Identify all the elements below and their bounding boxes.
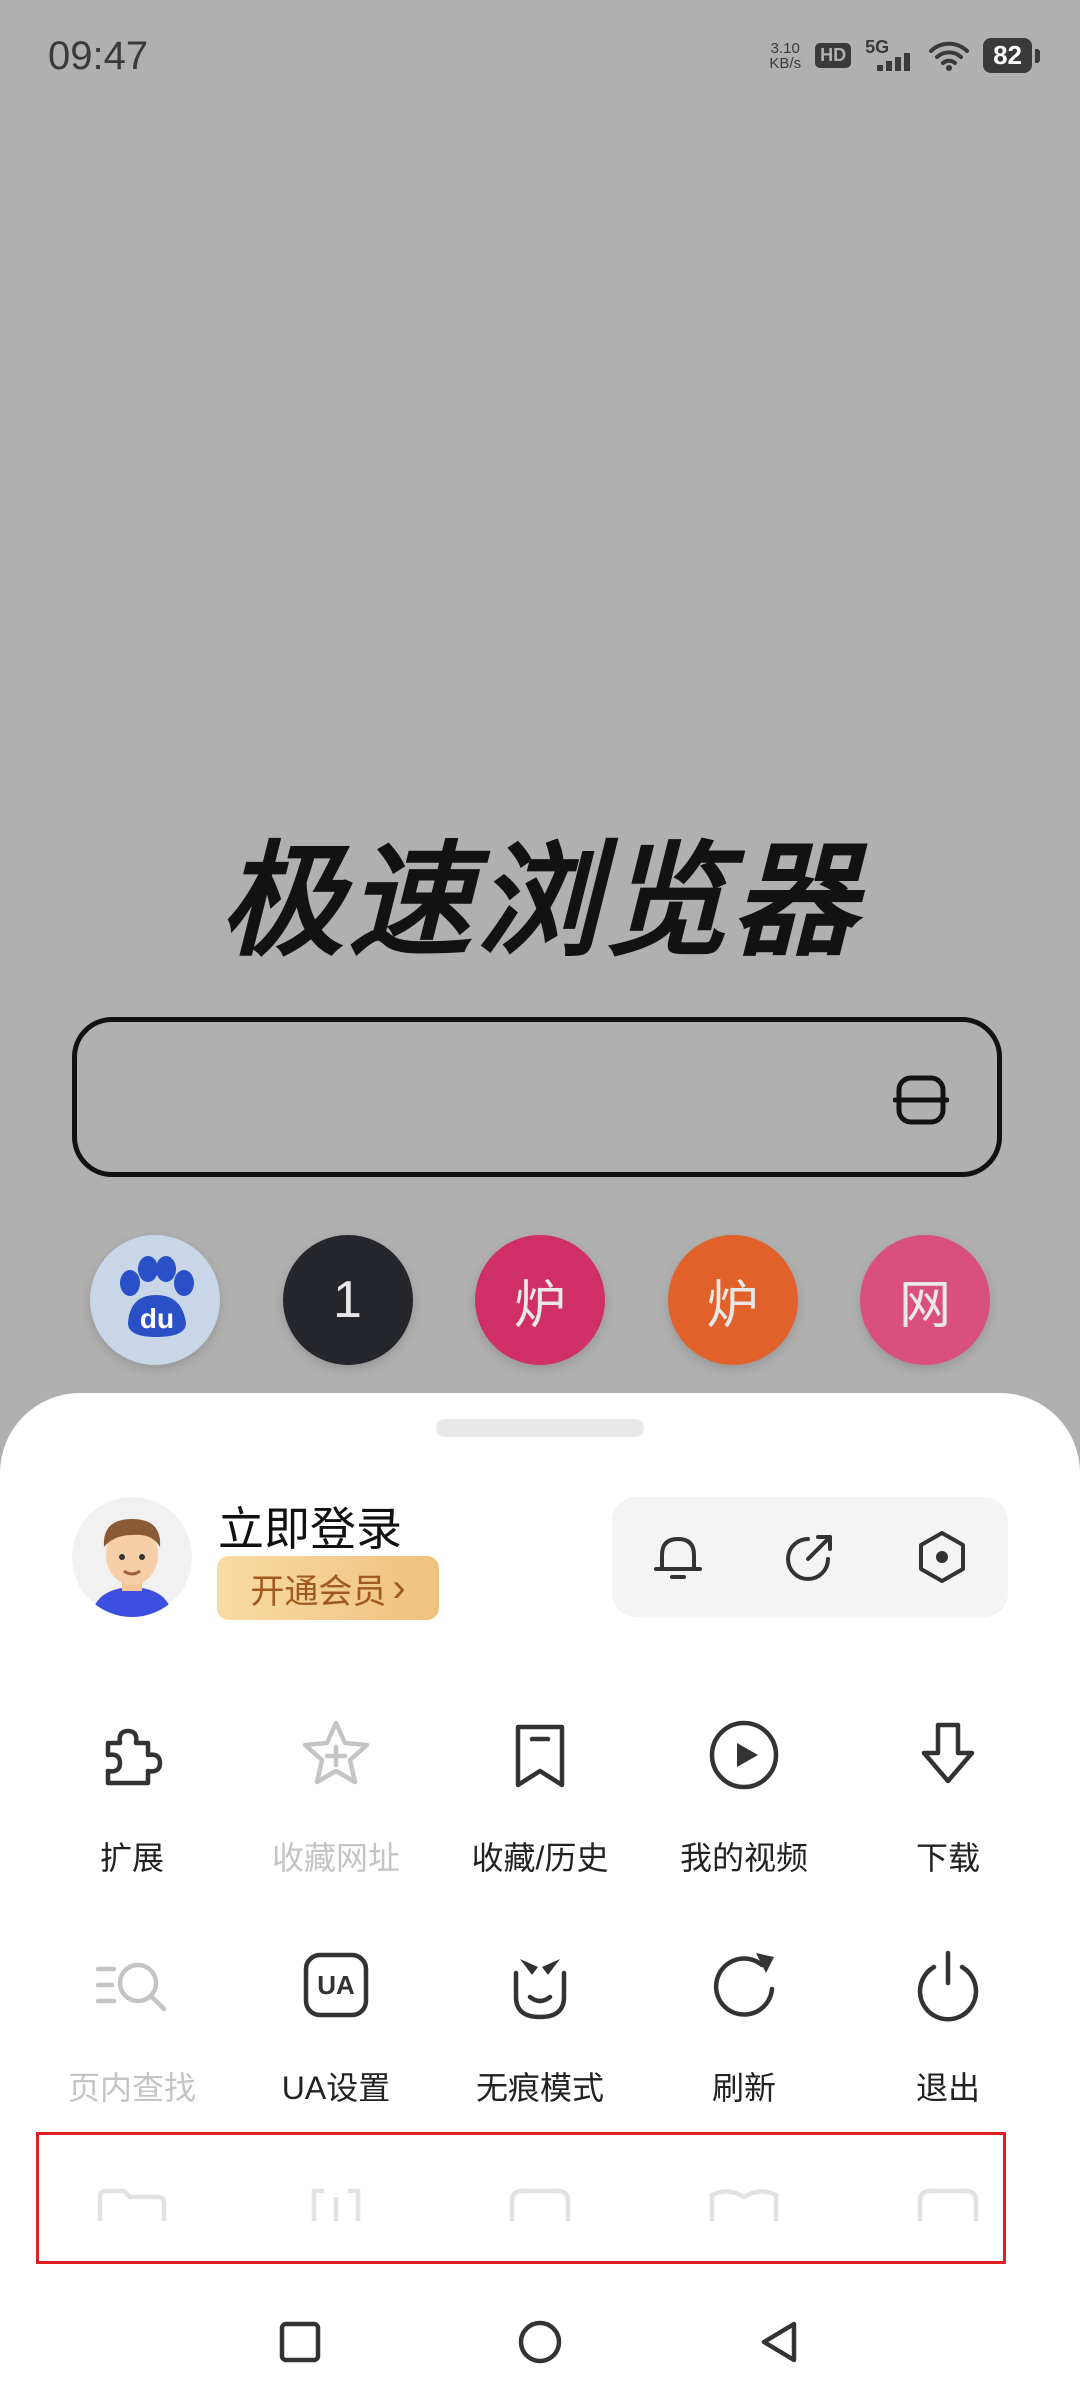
menu-item-exit[interactable]: 退出 [846,1943,1050,2109]
bookmark-icon [515,1724,565,1788]
net-speed-unit: KB/s [769,54,802,72]
quick-links: du 1 炉 炉 网 [90,1235,990,1365]
refresh-icon [713,1953,775,2017]
browser-title: 极速浏览器 [219,833,860,971]
menu-item-label: 我的视频 [679,1840,808,1876]
scan-icon[interactable] [893,1072,949,1128]
sheet-handle[interactable] [436,1419,644,1437]
status-icons: 3.10 KB/s HD 5G 82 [769,37,1040,73]
system-nav-bar [0,2280,1080,2400]
quick-link-wang[interactable]: 网 [860,1235,990,1365]
chevron-right-icon: › [392,1565,406,1610]
menu-item-label: 收藏网址 [271,1840,400,1876]
vip-button-label: 开通会员 [250,1572,387,1611]
download-icon [921,1722,975,1784]
wifi-icon [929,41,970,71]
menu-item-my-videos[interactable]: 我的视频 [642,1713,846,1879]
baidu-logo-text: du [140,1303,174,1334]
menu-item-incognito[interactable]: 无痕模式 [438,1943,642,2109]
baidu-paw-icon: du [120,1256,194,1337]
quick-link-1[interactable]: 1 [282,1235,413,1365]
net-speed: 3.10 KB/s [769,41,801,71]
menu-item-download[interactable]: 下载 [846,1713,1050,1879]
share-icon[interactable] [778,1525,842,1589]
menu-item-label: 扩展 [99,1840,164,1876]
quick-actions [612,1497,1008,1617]
menu-item-label: 退出 [915,2070,980,2106]
back-button[interactable] [752,2314,808,2370]
avatar-icon [92,1519,172,1617]
status-time: 09:47 [48,34,149,78]
home-button[interactable] [512,2314,568,2370]
power-icon [917,1950,979,2022]
play-icon [709,1720,779,1790]
quick-link-baidu[interactable]: du [90,1235,220,1365]
menu-item-ua-settings[interactable]: UA UA设置 [234,1943,438,2109]
ua-icon-text: UA [317,1970,355,2000]
bell-icon[interactable] [646,1525,710,1589]
signal-icon: 5G [865,37,915,73]
login-label[interactable]: 立即登录 [218,1493,402,1559]
vip-button[interactable]: 开通会员 › [217,1556,439,1620]
status-bar: 09:47 3.10 KB/s HD 5G 82 [0,0,1080,116]
menu-item-label: UA设置 [281,2070,391,2106]
menu-row-2: 页内查找 UA UA设置 无痕模式 刷新 退出 [0,1943,1080,2109]
find-in-page-icon [95,1962,167,2012]
hd-badge: HD [815,43,852,68]
menu-item-bookmarks-history[interactable]: 收藏/历史 [438,1713,642,1879]
menu-item-label: 刷新 [711,2070,776,2106]
menu-row-1: 扩展 收藏网址 收藏/历史 我的视频 下载 [0,1713,1080,1879]
incognito-icon [513,1959,567,2020]
quick-link-lu-2[interactable]: 炉 [667,1235,798,1365]
star-add-icon [302,1720,370,1785]
search-input[interactable] [72,1017,1002,1177]
menu-item-refresh[interactable]: 刷新 [642,1943,846,2109]
battery-indicator: 82 [983,38,1040,73]
highlight-box [36,2132,1006,2264]
menu-item-bookmark-url[interactable]: 收藏网址 [234,1713,438,1879]
puzzle-icon [105,1728,163,1786]
ua-icon: UA [303,1952,369,2018]
avatar[interactable] [72,1497,192,1617]
menu-item-extensions[interactable]: 扩展 [30,1713,234,1879]
settings-icon[interactable] [910,1525,974,1589]
quick-link-lu-1[interactable]: 炉 [475,1235,605,1365]
menu-item-label: 页内查找 [67,2070,196,2106]
recents-button[interactable] [272,2314,328,2370]
net-speed-value: 3.10 [770,39,800,57]
menu-item-label: 收藏/历史 [471,1840,609,1876]
menu-item-label: 无痕模式 [475,2070,604,2106]
menu-item-find-in-page[interactable]: 页内查找 [30,1943,234,2109]
menu-item-label: 下载 [915,1840,980,1876]
